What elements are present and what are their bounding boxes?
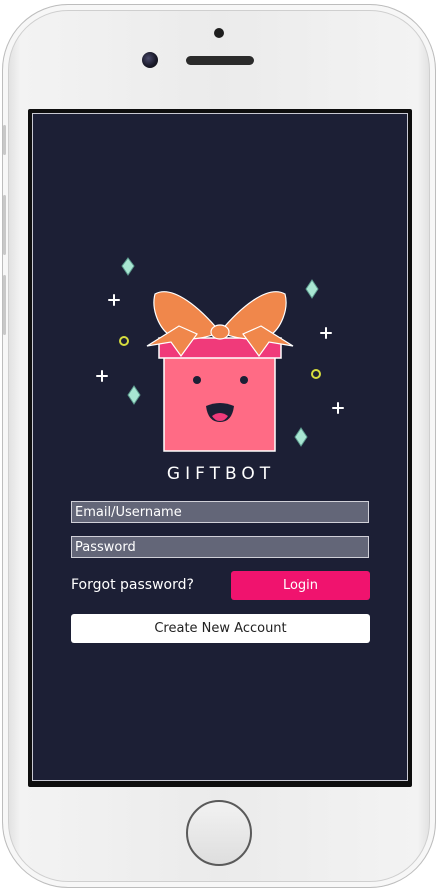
gift-box-mascot-icon [96, 257, 344, 452]
email-username-input[interactable] [71, 501, 369, 523]
app-brand-name: GIFTBOT [166, 464, 276, 484]
front-camera [142, 52, 158, 68]
proximity-sensor [214, 28, 224, 38]
app-screen: GIFTBOT Forgot password? Login Create Ne… [32, 113, 408, 781]
login-button[interactable]: Login [231, 571, 370, 600]
mute-switch [3, 125, 6, 155]
forgot-password-link[interactable]: Forgot password? [71, 577, 194, 593]
home-button[interactable] [186, 800, 252, 866]
create-account-button[interactable]: Create New Account [71, 614, 370, 643]
password-input[interactable] [71, 536, 369, 558]
volume-up-button [3, 195, 6, 255]
gift-box-body [163, 353, 276, 452]
volume-down-button [3, 275, 6, 335]
earpiece-speaker [186, 56, 254, 65]
